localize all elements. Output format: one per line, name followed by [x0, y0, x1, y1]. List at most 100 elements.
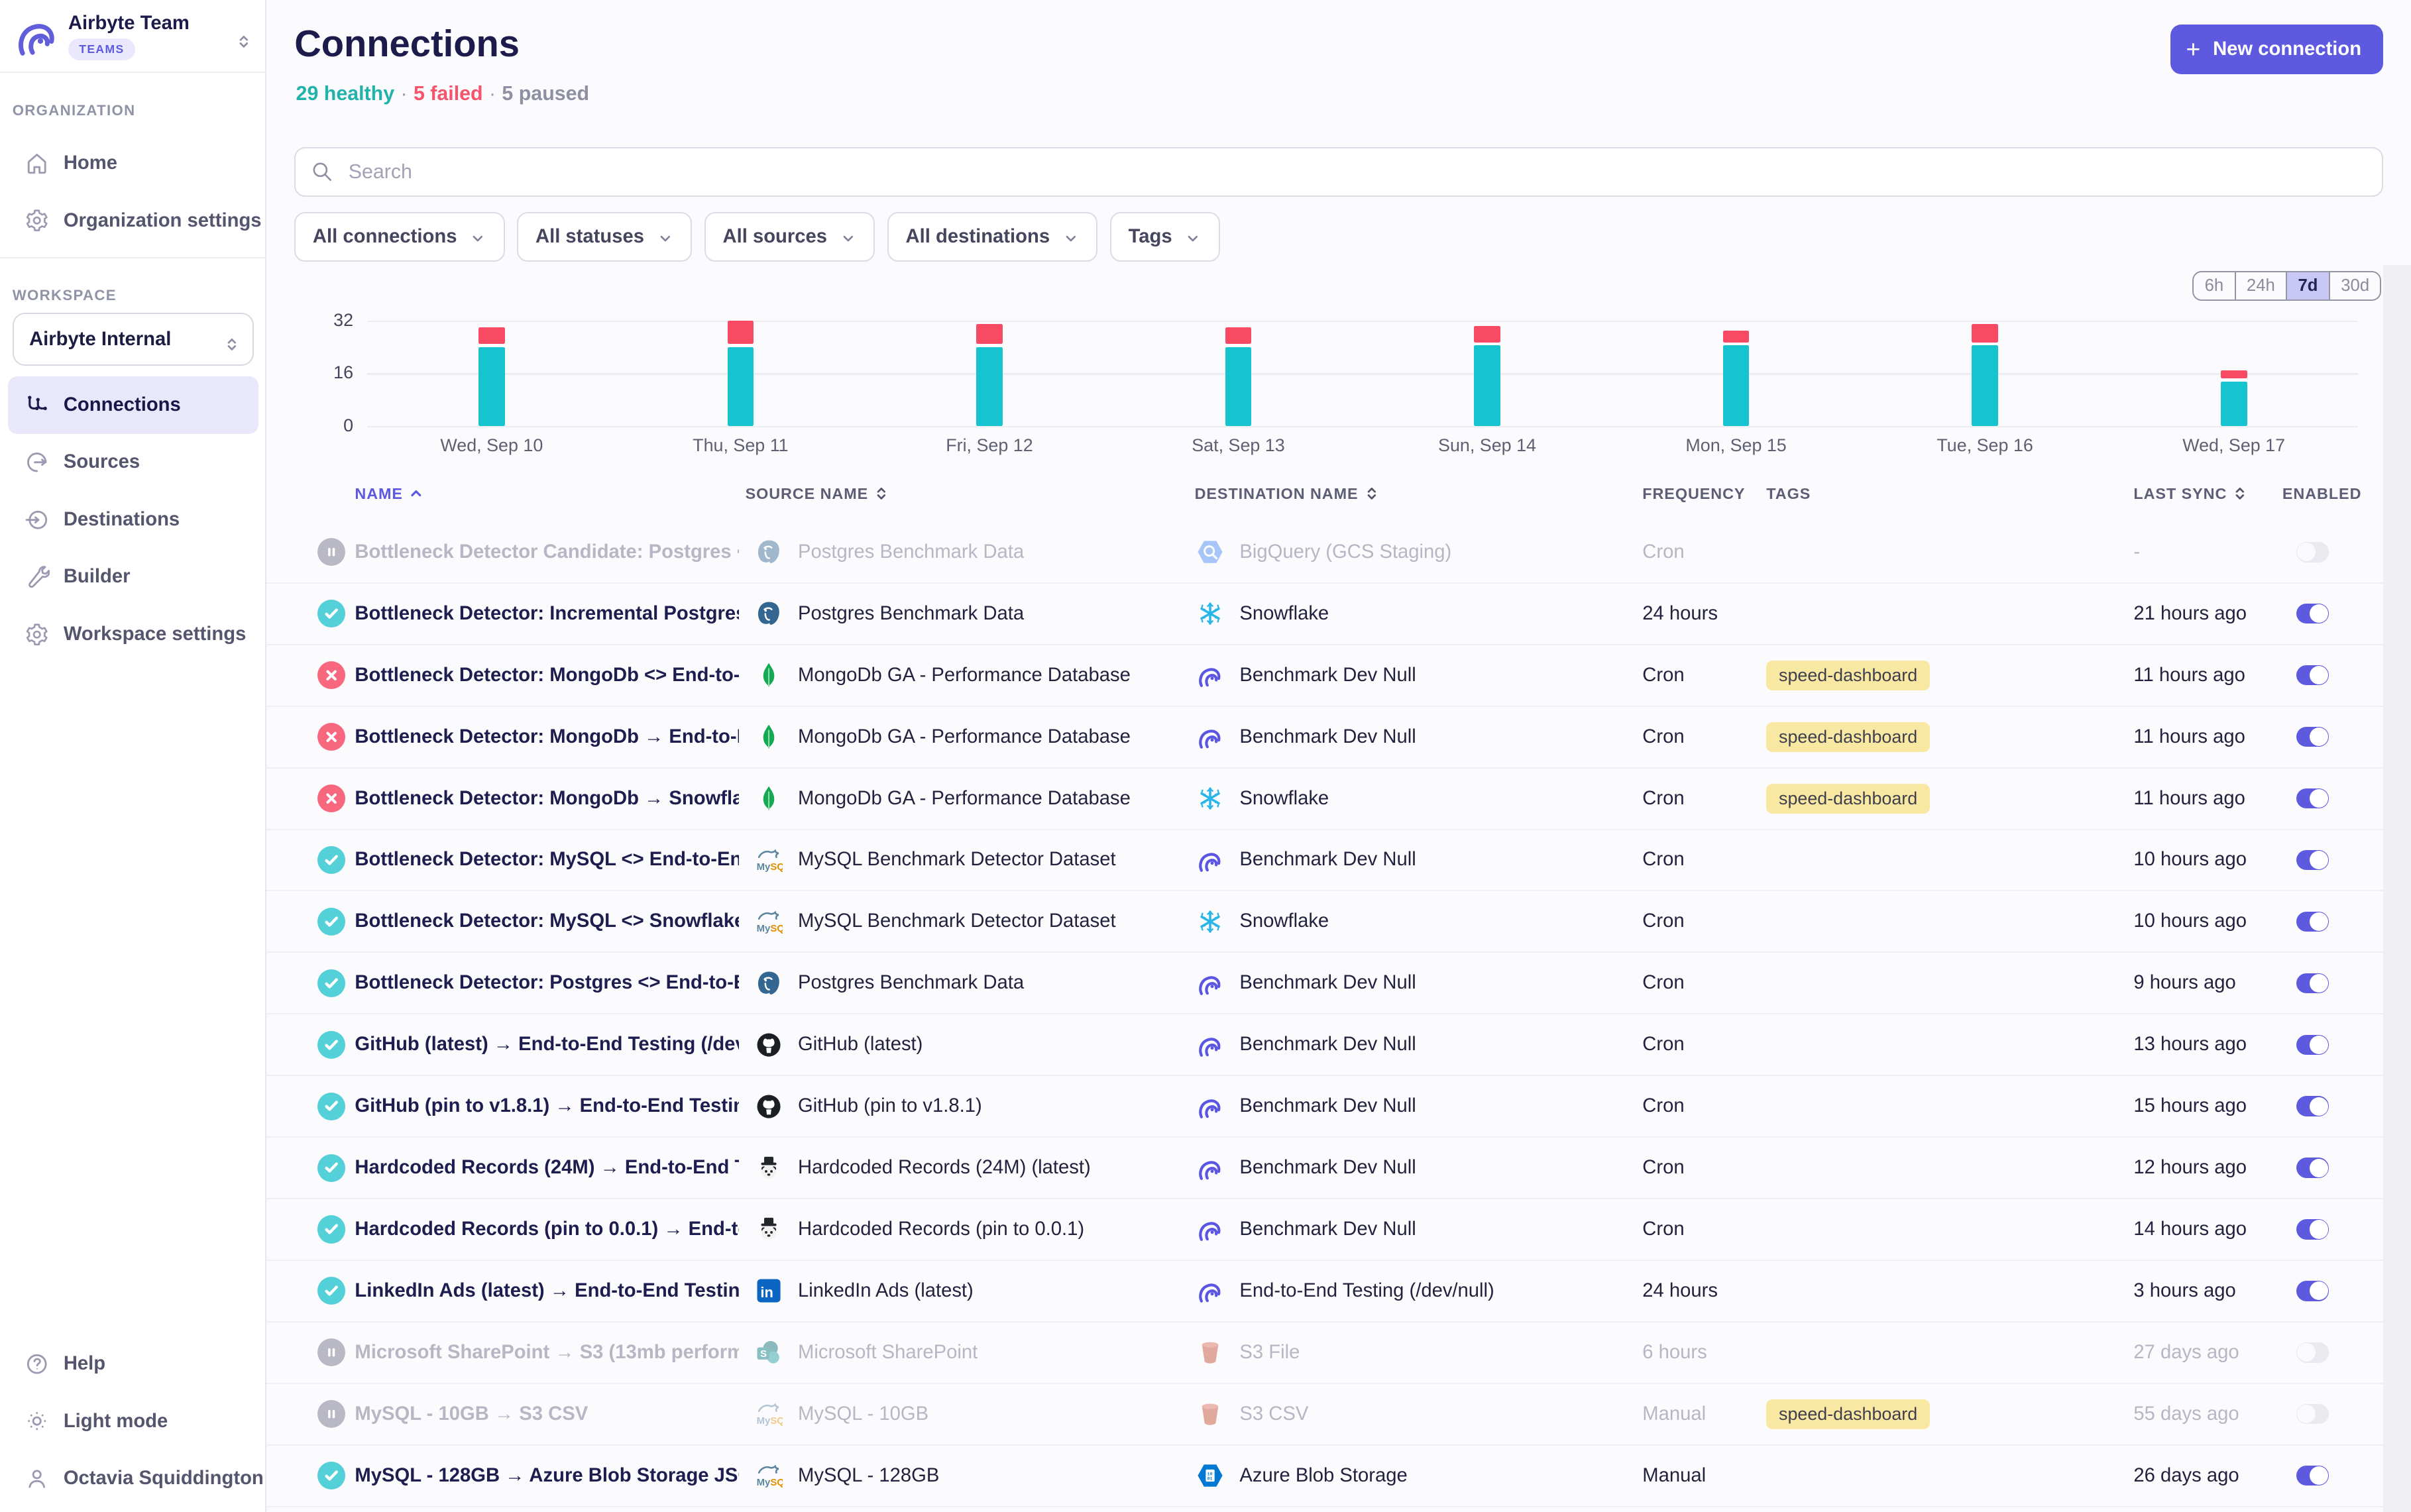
destination-name: Benchmark Dev Null	[1239, 1138, 1619, 1198]
enabled-toggle[interactable]	[2296, 1342, 2329, 1362]
table-row[interactable]: Microsoft SharePoint → S3 (13mb performa…	[266, 1323, 2383, 1384]
table-row[interactable]: Bottleneck Detector: MongoDb <> End-to-E…	[266, 645, 2383, 707]
table-row[interactable]: Bottleneck Detector: MySQL <> End-to-End…	[266, 830, 2383, 892]
table-row[interactable]: LinkedIn Ads (latest) → End-to-End Testi…	[266, 1261, 2383, 1323]
sidebar-item-builder[interactable]: Builder	[8, 549, 259, 606]
table-row[interactable]: GitHub (pin to v1.8.1) → End-to-End Test…	[266, 1076, 2383, 1138]
sidebar-item-destinations[interactable]: Destinations	[8, 491, 259, 549]
destination-name: Benchmark Dev Null	[1239, 953, 1619, 1013]
sidebar-item-home[interactable]: Home	[8, 135, 259, 192]
enabled-toggle[interactable]	[2296, 1158, 2329, 1177]
enabled-toggle[interactable]	[2296, 850, 2329, 870]
table-row[interactable]: Bottleneck Detector: Incremental Postgre…	[266, 584, 2383, 645]
destination-name: Benchmark Dev Null	[1239, 1199, 1619, 1260]
column-header-last-sync[interactable]: LAST SYNC	[2133, 485, 2249, 503]
connection-name: MySQL - 128GB → Azure Blob Storage JSOn …	[355, 1446, 739, 1506]
sidebar-item-workspace-settings[interactable]: Workspace settings	[8, 606, 259, 663]
source-name: MongoDb GA - Performance Database	[798, 645, 1170, 706]
time-range-7d[interactable]: 7d	[2286, 272, 2329, 299]
table-row[interactable]: Bottleneck Detector: MongoDb → Snowflake…	[266, 769, 2383, 830]
search-input[interactable]	[294, 147, 2383, 197]
sidebar-footer-light-mode[interactable]: Light mode	[8, 1393, 259, 1450]
organization-nav: Home Organization settings	[0, 135, 266, 249]
table-row[interactable]: Bottleneck Detector Candidate: Postgres …	[266, 522, 2383, 584]
enabled-toggle[interactable]	[2296, 1404, 2329, 1424]
mysql-icon: MySQL	[755, 1462, 783, 1489]
destination-name: S3 CSV	[1239, 1384, 1619, 1444]
time-range-30d[interactable]: 30d	[2329, 272, 2381, 299]
sidebar-footer: Help Light mode Octavia Squiddington	[0, 1335, 266, 1507]
enabled-toggle[interactable]	[2296, 665, 2329, 685]
enabled-toggle[interactable]	[2296, 1466, 2329, 1485]
chart-bar-failed	[1225, 327, 1252, 344]
filter-all-sources[interactable]: All sources	[704, 212, 875, 262]
time-range-24h[interactable]: 24h	[2235, 272, 2286, 299]
workspace-nav: Connections Sources Destinations Builder…	[0, 376, 266, 663]
hardcoded-icon	[755, 1154, 783, 1182]
status-healthy-icon	[317, 1093, 345, 1120]
enabled-toggle[interactable]	[2296, 1096, 2329, 1116]
table-row[interactable]: Hardcoded Records (24M) → End-to-End Te.…	[266, 1138, 2383, 1199]
last-sync: 21 hours ago	[2133, 584, 2288, 644]
chart-xlabel: Tue, Sep 16	[1884, 435, 2086, 456]
frequency: 6 hours	[1642, 1323, 1763, 1383]
chart-xlabel: Thu, Sep 11	[640, 435, 841, 456]
frequency: Cron	[1642, 1014, 1763, 1075]
airbyte-logo-icon	[14, 13, 60, 59]
column-header-source-name[interactable]: SOURCE NAME	[746, 485, 890, 503]
status-failed-icon	[317, 723, 345, 751]
source-name: MongoDb GA - Performance Database	[798, 769, 1170, 829]
source-name: LinkedIn Ads (latest)	[798, 1261, 1170, 1321]
source-name: Postgres Benchmark Data	[798, 522, 1170, 582]
sidebar-item-label: Help	[64, 1353, 105, 1375]
destination-name: Benchmark Dev Null	[1239, 1076, 1619, 1136]
workspace-selector[interactable]: Airbyte Internal	[13, 313, 254, 365]
filter-all-statuses[interactable]: All statuses	[517, 212, 692, 262]
frequency: Cron	[1642, 953, 1763, 1013]
status-healthy-icon	[317, 1215, 345, 1243]
table-row[interactable]: Hardcoded Records (pin to 0.0.1) → End-t…	[266, 1199, 2383, 1261]
filter-all-connections[interactable]: All connections	[294, 212, 504, 262]
organization-section-label: ORGANIZATION	[13, 102, 136, 119]
enabled-toggle[interactable]	[2296, 912, 2329, 932]
time-range-6h[interactable]: 6h	[2194, 272, 2234, 299]
enabled-toggle[interactable]	[2296, 542, 2329, 562]
enabled-toggle[interactable]	[2296, 604, 2329, 623]
table-row[interactable]: Bottleneck Detector: MySQL <> Snowflake …	[266, 891, 2383, 953]
filter-all-destinations[interactable]: All destinations	[887, 212, 1097, 262]
column-header-name[interactable]: NAME	[355, 485, 424, 503]
enabled-toggle[interactable]	[2296, 1219, 2329, 1239]
column-header-destination-name[interactable]: DESTINATION NAME	[1195, 485, 1380, 503]
scrollbar[interactable]	[2383, 265, 2411, 1512]
sidebar-item-organization-settings[interactable]: Organization settings	[8, 192, 259, 250]
sidebar-footer-help[interactable]: Help	[8, 1335, 259, 1393]
sidebar-footer-octavia-squiddington[interactable]: Octavia Squiddington	[8, 1450, 259, 1507]
connection-name: Bottleneck Detector: Incremental Postgre…	[355, 584, 739, 644]
table-row[interactable]: Bottleneck Detector: MongoDb → End-to-En…	[266, 707, 2383, 769]
chart-xlabel: Sun, Sep 14	[1386, 435, 1588, 456]
chart-bar-succeeded	[2221, 382, 2247, 426]
tag-badge: speed-dashboard	[1766, 661, 1930, 690]
org-switcher[interactable]: Airbyte Team TEAMS	[0, 0, 266, 73]
new-connection-button[interactable]: + New connection	[2170, 25, 2383, 74]
enabled-toggle[interactable]	[2296, 973, 2329, 993]
last-sync: 12 hours ago	[2133, 1138, 2288, 1198]
filter-tags[interactable]: Tags	[1110, 212, 1220, 262]
enabled-toggle[interactable]	[2296, 727, 2329, 747]
sidebar-item-connections[interactable]: Connections	[8, 376, 259, 434]
column-header-frequency: FREQUENCY	[1642, 485, 1745, 503]
last-sync: 11 hours ago	[2133, 707, 2288, 767]
chart-xlabel: Sat, Sep 13	[1138, 435, 1339, 456]
table-row[interactable]: GitHub (latest) → End-to-End Testing (/d…	[266, 1014, 2383, 1076]
table-row[interactable]: MySQL - 128GB → Azure Blob Storage JSOn …	[266, 1446, 2383, 1507]
table-row[interactable]: MySQL - 10GB → S3 CSV MySQL MySQL - 10GB…	[266, 1384, 2383, 1446]
table-row[interactable]: Bottleneck Detector: Postgres <> End-to-…	[266, 953, 2383, 1014]
enabled-toggle[interactable]	[2296, 1281, 2329, 1301]
time-range-selector: 6h24h7d30d	[2192, 271, 2381, 301]
enabled-toggle[interactable]	[2296, 1035, 2329, 1055]
chart-ytick: 0	[292, 415, 354, 436]
github-icon	[755, 1031, 783, 1059]
sidebar-item-sources[interactable]: Sources	[8, 434, 259, 492]
connection-name: Bottleneck Detector: MySQL <> End-to-End…	[355, 830, 739, 891]
enabled-toggle[interactable]	[2296, 788, 2329, 808]
